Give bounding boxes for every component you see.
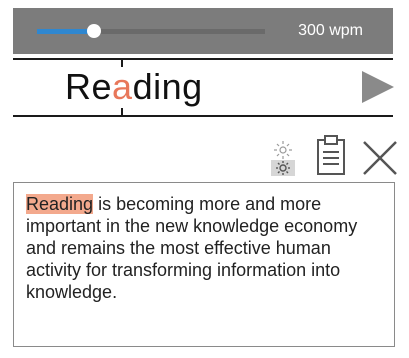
brightness-button[interactable] bbox=[268, 138, 298, 178]
clipboard-icon bbox=[317, 135, 345, 175]
brightness-icon bbox=[271, 141, 295, 176]
focus-marker-bottom bbox=[121, 108, 123, 115]
clipboard-button[interactable] bbox=[312, 134, 352, 178]
word-prefix: Re bbox=[65, 66, 113, 107]
speed-slider[interactable] bbox=[37, 24, 265, 38]
speed-slider-fill bbox=[37, 29, 94, 34]
reader-bottom-rule bbox=[13, 115, 393, 117]
close-button[interactable] bbox=[360, 138, 400, 178]
source-text: Reading is becoming more and more import… bbox=[26, 193, 384, 303]
play-button[interactable] bbox=[362, 71, 394, 103]
highlighted-word: Reading bbox=[26, 194, 94, 214]
speed-label: 300 wpm bbox=[298, 22, 363, 39]
word-focus-letter: a bbox=[112, 66, 133, 107]
current-word: Reading bbox=[65, 66, 203, 108]
reader-top-rule bbox=[13, 58, 393, 60]
word-suffix: ding bbox=[132, 66, 203, 107]
close-icon bbox=[363, 141, 397, 175]
source-text-panel[interactable]: Reading is becoming more and more import… bbox=[13, 182, 395, 347]
speed-slider-thumb[interactable] bbox=[87, 24, 101, 38]
speed-bar: 300 wpm bbox=[13, 8, 393, 54]
